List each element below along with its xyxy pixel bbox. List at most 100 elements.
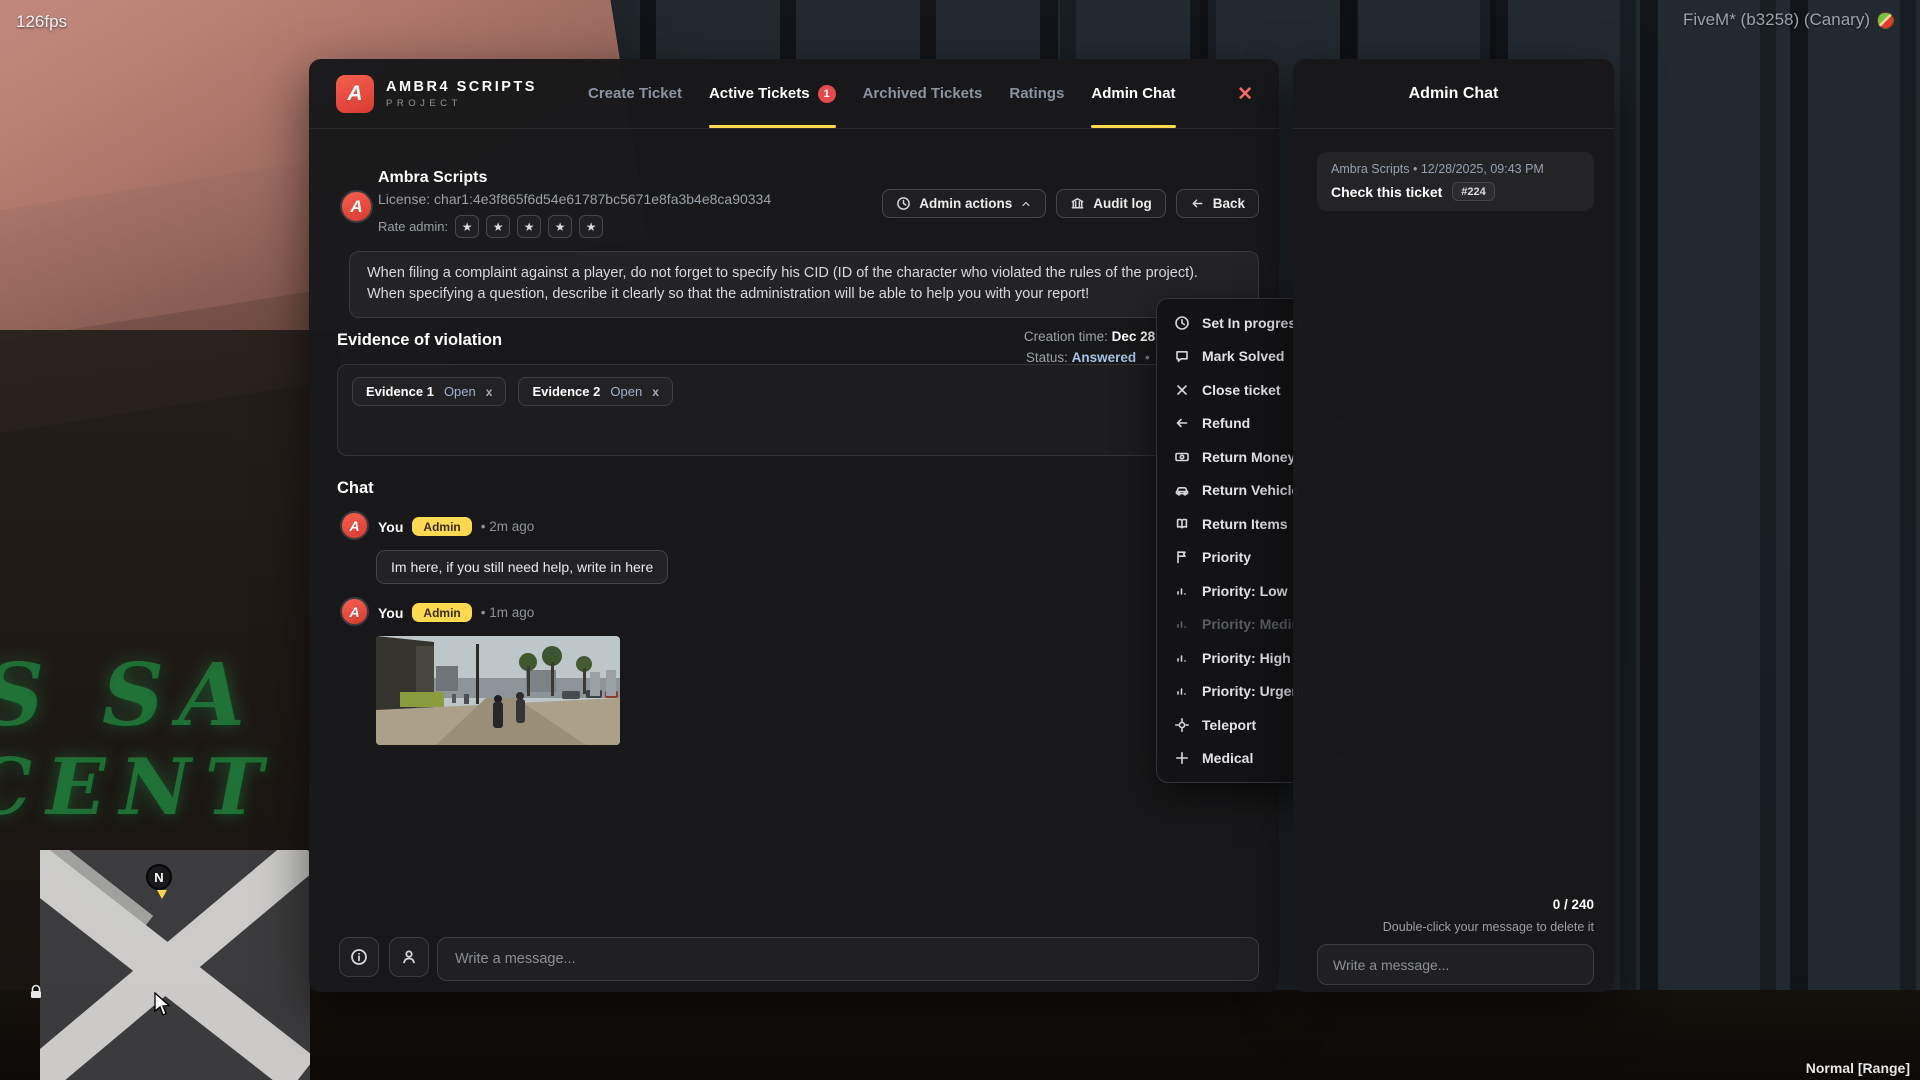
fivem-build-label: FiveM* (b3258) (Canary): [1683, 10, 1870, 30]
voice-range-indicator: Normal [Range]: [1806, 1060, 1910, 1076]
menu-item-label: Medical: [1202, 750, 1253, 766]
minimap: [40, 850, 310, 1080]
star-rating-button[interactable]: ★: [455, 215, 479, 238]
flag-icon: [1174, 549, 1190, 565]
open-box-icon: [1174, 516, 1190, 532]
admin-chat-message[interactable]: Ambra Scripts • 12/28/2025, 09:43 PM Che…: [1317, 152, 1594, 211]
evidence-container: Evidence 1 Open x Evidence 2 Open x: [337, 364, 1259, 456]
message-time: • 1m ago: [481, 605, 535, 620]
delete-hint: Double-click your message to delete it: [1383, 920, 1594, 934]
star-rating-button[interactable]: ★: [486, 215, 510, 238]
graffiti-text: CENT: [0, 742, 277, 833]
audit-log-label: Audit log: [1093, 196, 1151, 211]
chat-bubble-icon: [1174, 348, 1190, 364]
status-label: Status:: [1026, 350, 1068, 365]
menu-item-label: Return Money: [1202, 449, 1295, 465]
nav-tabs: Create Ticket Active Tickets 1 Archived …: [588, 59, 1176, 128]
evidence-name: Evidence 2: [532, 384, 600, 399]
message-header: You Admin • 2m ago: [378, 517, 534, 536]
chat-message-input[interactable]: [437, 937, 1259, 981]
ticket-ref-badge[interactable]: #224: [1452, 182, 1494, 201]
tab-active-tickets[interactable]: Active Tickets 1: [709, 59, 836, 128]
admin-chat-message-text: Check this ticket: [1331, 184, 1442, 200]
plus-icon: [1174, 750, 1190, 766]
evidence-open-link[interactable]: Open: [610, 384, 642, 399]
menu-item-label: Priority: High: [1202, 650, 1291, 666]
evidence-name: Evidence 1: [366, 384, 434, 399]
fps-counter: 126fps: [16, 12, 67, 32]
panel-header: A AMBR4 SCRIPTS PROJECT Create Ticket Ac…: [309, 59, 1279, 129]
brand-text: AMBR4 SCRIPTS PROJECT: [386, 79, 537, 109]
menu-item-label: Set In progress: [1202, 315, 1304, 331]
evidence-chip: Evidence 2 Open x: [518, 377, 672, 406]
admin-badge: Admin: [412, 603, 471, 622]
ambra-logo-icon: A: [336, 75, 374, 113]
char-counter: 0 / 240: [1553, 897, 1594, 912]
menu-item-label: Teleport: [1202, 717, 1256, 733]
menu-item-label: Close ticket: [1202, 382, 1281, 398]
info-icon: [350, 948, 368, 966]
player-button[interactable]: [389, 937, 429, 977]
back-label: Back: [1213, 196, 1245, 211]
attachment-image[interactable]: [376, 636, 620, 745]
padlock-icon: [28, 984, 44, 1005]
creation-time-label: Creation time:: [1024, 329, 1108, 344]
chat-section-title: Chat: [337, 479, 374, 498]
ticket-panel: A AMBR4 SCRIPTS PROJECT Create Ticket Ac…: [309, 59, 1279, 992]
menu-item-label: Priority: Urgent: [1202, 683, 1305, 699]
star-rating-button[interactable]: ★: [517, 215, 541, 238]
tab-ratings[interactable]: Ratings: [1009, 59, 1064, 128]
star-rating-button[interactable]: ★: [548, 215, 572, 238]
chat-message-bubble: Im here, if you still need help, write i…: [376, 550, 668, 584]
chevron-up-icon: [1020, 198, 1032, 210]
avatar: A: [340, 511, 369, 540]
graffiti-text: S SA: [0, 645, 259, 746]
rate-admin-row: Rate admin: ★ ★ ★ ★ ★: [378, 215, 603, 238]
person-icon: [400, 948, 418, 966]
avatar: A: [340, 597, 369, 626]
active-tickets-count-badge: 1: [818, 85, 836, 103]
admin-chat-input[interactable]: [1317, 944, 1594, 985]
admin-badge: Admin: [412, 517, 471, 536]
admin-actions-button[interactable]: Admin actions: [882, 189, 1046, 218]
ticket-license: License: char1:4e3f865f6d54e61787bc5671e…: [378, 191, 771, 207]
car-icon: [1174, 482, 1190, 498]
close-icon[interactable]: ✕: [1237, 85, 1253, 104]
tab-admin-chat[interactable]: Admin Chat: [1091, 59, 1175, 128]
tab-label: Active Tickets: [709, 85, 810, 102]
tab-archived-tickets[interactable]: Archived Tickets: [863, 59, 983, 128]
evidence-section-title: Evidence of violation: [337, 331, 502, 350]
crosshair-icon: [1174, 717, 1190, 733]
ticket-author-name: Ambra Scripts: [378, 169, 487, 187]
bank-icon: [1070, 196, 1085, 211]
admin-chat-title: Admin Chat: [1293, 59, 1614, 129]
star-rating-button[interactable]: ★: [579, 215, 603, 238]
rate-admin-label: Rate admin:: [378, 219, 448, 234]
admin-chat-message-meta: Ambra Scripts • 12/28/2025, 09:43 PM: [1331, 162, 1580, 176]
brand-title: AMBR4 SCRIPTS: [386, 79, 537, 95]
evidence-remove-icon[interactable]: x: [486, 385, 493, 399]
avatar: A: [340, 190, 373, 223]
notice-line: When filing a complaint against a player…: [367, 263, 1241, 284]
evidence-remove-icon[interactable]: x: [652, 385, 659, 399]
tab-label: Ratings: [1009, 85, 1064, 102]
evidence-open-link[interactable]: Open: [444, 384, 476, 399]
clock-icon: [1174, 315, 1190, 331]
tab-label: Create Ticket: [588, 85, 682, 102]
mouse-cursor: [152, 992, 174, 1023]
brand-subtitle: PROJECT: [386, 98, 537, 109]
evidence-chip: Evidence 1 Open x: [352, 377, 506, 406]
message-header: You Admin • 1m ago: [378, 603, 534, 622]
game-screen: S SA CENT N 126fps FiveM* (b3258) (Canar…: [0, 0, 1920, 1080]
menu-item-label: Priority: [1202, 549, 1251, 565]
status-value: Answered: [1072, 350, 1137, 365]
arrow-left-icon: [1174, 415, 1190, 431]
audit-log-button[interactable]: Audit log: [1056, 189, 1165, 218]
signal-bars-icon: [1174, 650, 1190, 666]
ticket-notice: When filing a complaint against a player…: [349, 251, 1259, 318]
back-button[interactable]: Back: [1176, 189, 1259, 218]
info-button[interactable]: [339, 937, 379, 977]
compass-pointer-icon: [157, 890, 167, 899]
tab-label: Archived Tickets: [863, 85, 983, 102]
tab-create-ticket[interactable]: Create Ticket: [588, 59, 682, 128]
